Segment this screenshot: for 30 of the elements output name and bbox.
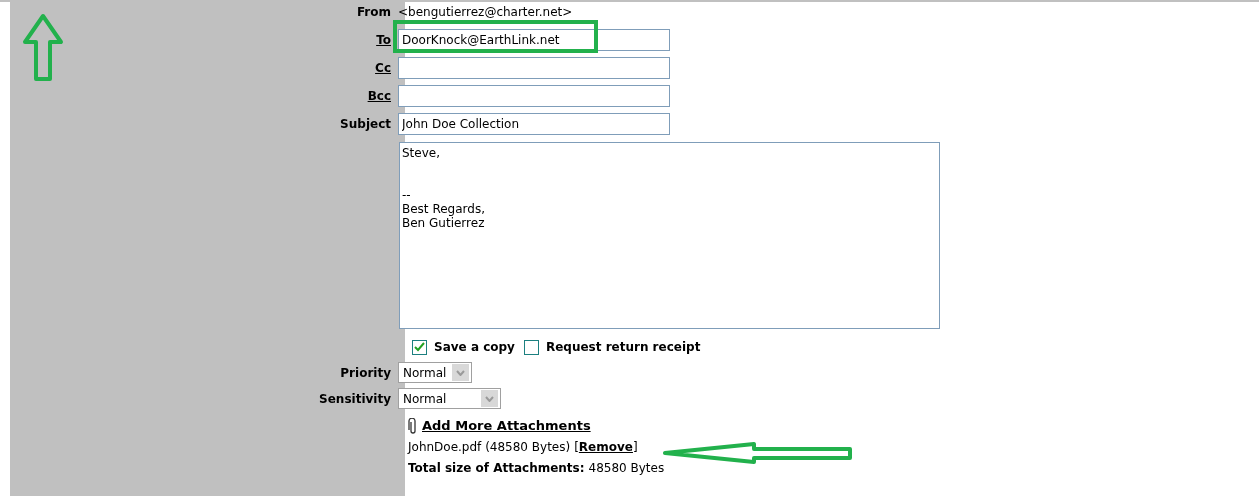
caret-icon	[481, 390, 498, 407]
checkbox[interactable]	[523, 339, 539, 355]
recipient-link[interactable]: Bcc	[367, 87, 391, 105]
dropdown[interactable]: Normal	[398, 362, 472, 383]
total-size-value: 48580 Bytes	[588, 459, 665, 477]
checkbox-label: Request return receipt	[545, 339, 701, 356]
checkbox-label: Save a copy	[434, 339, 515, 356]
bracket: ]	[632, 438, 638, 456]
field-label: Sensitivity	[319, 390, 391, 408]
add-attachments-link[interactable]: Add More Attachments	[422, 416, 591, 436]
recipient-link[interactable]: Cc	[375, 59, 391, 77]
checkbox[interactable]	[412, 339, 427, 355]
paperclip-icon	[408, 417, 418, 435]
input-field[interactable]: DoorKnock@EarthLink.net	[398, 29, 670, 51]
up-arrow	[22, 13, 64, 83]
input-field[interactable]	[398, 57, 670, 79]
caret-icon	[452, 364, 469, 381]
attachment-name: JohnDoe.pdf (48580 Bytes)	[408, 438, 571, 456]
sender-address: <bengutierrez@charter.net>	[398, 5, 573, 19]
total-size-label: Total size of Attachments:	[408, 459, 585, 477]
field-label: From	[356, 4, 391, 21]
remove-link[interactable]: Remove	[578, 437, 633, 456]
dropdown[interactable]: Normal	[398, 388, 501, 409]
field-label: Priority	[340, 364, 391, 382]
field-label: Subject	[340, 116, 391, 133]
bracket: [	[574, 438, 579, 456]
message-body[interactable]: Steve, -- Best Regards, Ben Gutierrez	[399, 142, 940, 329]
input-field[interactable]: John Doe Collection	[398, 113, 670, 135]
input-field[interactable]	[398, 85, 670, 107]
recipient-link[interactable]: To	[376, 31, 391, 49]
